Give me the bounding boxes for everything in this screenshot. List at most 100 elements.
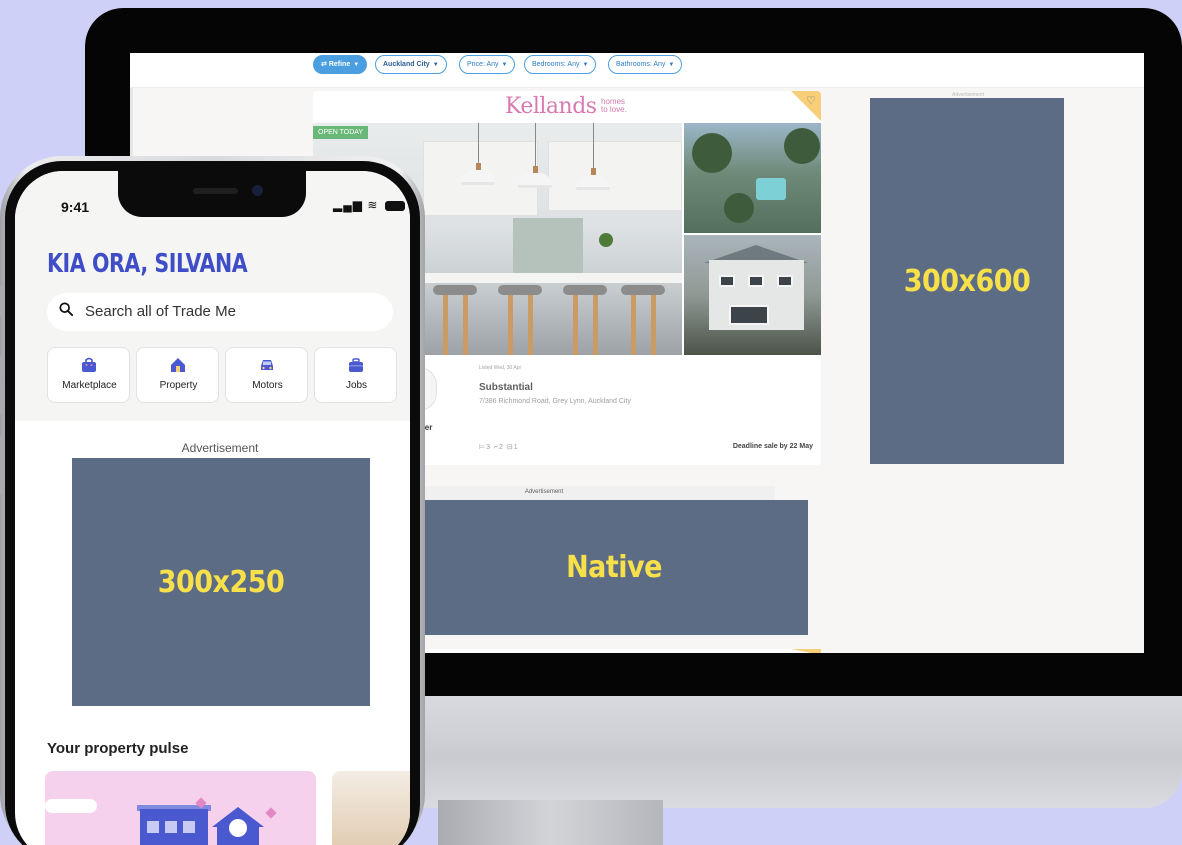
open-today-badge: OPEN TODAY [313,126,369,139]
stool-leg [508,295,513,355]
signal-icon: ▂▄▆ [333,198,363,212]
property-pulse-card[interactable] [332,771,410,845]
listing-photo-house[interactable] [684,235,821,355]
chevron-down-icon: ▼ [501,62,508,68]
mobile-phone: 9:41 ▂▄▆ ≋ KIA ORA, SILVANA Search all o… [0,156,425,845]
kitchen-tiles [513,218,583,273]
agency-banner: Kellands homes to love. ♡ [313,91,821,123]
chevron-down-icon: ▼ [432,62,439,68]
stool-leg [528,295,533,355]
bar-stool [498,285,542,295]
house-window [777,275,793,287]
lamp-cord [478,123,479,168]
filter-bar: ⇄ Refine ▼ Auckland City ▼ Price: Any ▼ Bed… [130,53,1144,88]
house-window [729,305,769,325]
price-filter[interactable]: Price: Any ▼ [459,55,516,74]
category-marketplace[interactable]: Marketplace [47,347,130,403]
listing-deadline: Deadline sale by 22 May [732,443,813,450]
lamp-cord [535,123,536,171]
native-ad[interactable]: Native [420,500,808,635]
search-input[interactable]: Search all of Trade Me [47,293,393,331]
tree [724,193,754,223]
stool-leg [593,295,598,355]
phone-side-button [0,356,2,414]
next-listing-card[interactable] [420,649,821,653]
tree [784,128,820,164]
lamp-cap [591,168,596,175]
battery-icon [384,200,405,211]
listing-title[interactable]: Substantial [479,382,533,393]
category-label: Jobs [345,380,368,391]
listing-features: ⊨3 ⌐2 ⊟1 [479,444,519,451]
marketplace-icon [82,357,96,372]
status-time: 9:41 [61,199,90,215]
pendant-lamp [518,173,552,188]
native-ad-text: Native [566,550,662,585]
lamp-cap [533,166,538,173]
category-label: Motors [252,380,283,391]
building-window [165,821,177,833]
bathrooms-filter[interactable]: Bathrooms: Any ▼ [608,55,683,74]
stool-leg [573,295,578,355]
property-pulse-card[interactable] [45,771,316,845]
refine-button[interactable]: ⇄ Refine ▼ [313,55,368,74]
location-filter[interactable]: Auckland City ▼ [375,55,447,74]
heart-plus-icon[interactable]: ♡ [806,94,816,107]
stool-leg [651,295,656,355]
category-label: Marketplace [62,380,117,391]
monitor-stand [438,800,663,845]
category-label: Property [159,380,198,391]
ad-size-label: 300x250 [157,564,285,600]
cloud-illustration [45,799,97,813]
listing-photo-aerial[interactable] [684,123,821,233]
notch-camera [252,185,263,196]
phone-side-button [0,286,2,316]
property-icon [171,358,185,372]
phone-ad-300x250[interactable]: 300x250 [72,458,370,706]
building-window [147,821,159,833]
agency-tagline: homes to love. [601,98,627,114]
greeting-title: KIA ORA, SILVANA [47,249,248,279]
house-window [719,275,735,287]
kitchen-plant [599,233,613,247]
price-filter-label: Price: Any [467,61,499,68]
search-icon [59,302,73,316]
house-window [748,275,764,287]
pool [756,178,786,200]
bathrooms-filter-label: Bathrooms: Any [616,61,666,68]
phone-side-button [0,436,2,494]
bedrooms-filter[interactable]: Bedrooms: Any ▼ [524,55,597,74]
location-filter-label: Auckland City [383,61,430,68]
house-window [229,819,247,837]
lamp-cord [593,123,594,173]
phone-bezel: 9:41 ▂▄▆ ≋ KIA ORA, SILVANA Search all o… [5,161,420,845]
bar-stool [621,285,665,295]
agency-tagline-line2: to love. [601,105,627,114]
phone-screen: 9:41 ▂▄▆ ≋ KIA ORA, SILVANA Search all o… [15,171,410,845]
category-jobs[interactable]: Jobs [314,347,397,403]
chevron-down-icon: ▼ [668,62,675,68]
listing-address: 7/386 Richmond Road, Grey Lynn, Auckland… [479,398,631,405]
sidebar-ad-300x600[interactable]: 300x600 [870,98,1064,464]
bar-stool [563,285,607,295]
jobs-icon [349,358,363,372]
pendant-lamp [576,175,610,190]
pendant-lamp [461,170,495,185]
phone-ad-label: Advertisement [181,441,259,455]
refine-label: Refine [328,61,351,68]
chevron-down-icon: ▼ [353,62,360,68]
stool-leg [443,295,448,355]
category-property[interactable]: Property [136,347,219,403]
ad-size-label: 300x600 [903,263,1031,299]
chevron-down-icon: ▼ [582,62,589,68]
wifi-icon: ≋ [367,198,379,212]
kitchen-cabinets [548,141,682,211]
category-motors[interactable]: Motors [225,347,308,403]
bar-stool [433,285,477,295]
lamp-cap [476,163,481,170]
flag-illustration [265,807,277,819]
property-pulse-title: Your property pulse [47,740,189,757]
building-window [183,821,195,833]
status-icons: ▂▄▆ ≋ [333,198,405,212]
bedrooms-filter-label: Bedrooms: Any [532,61,580,68]
